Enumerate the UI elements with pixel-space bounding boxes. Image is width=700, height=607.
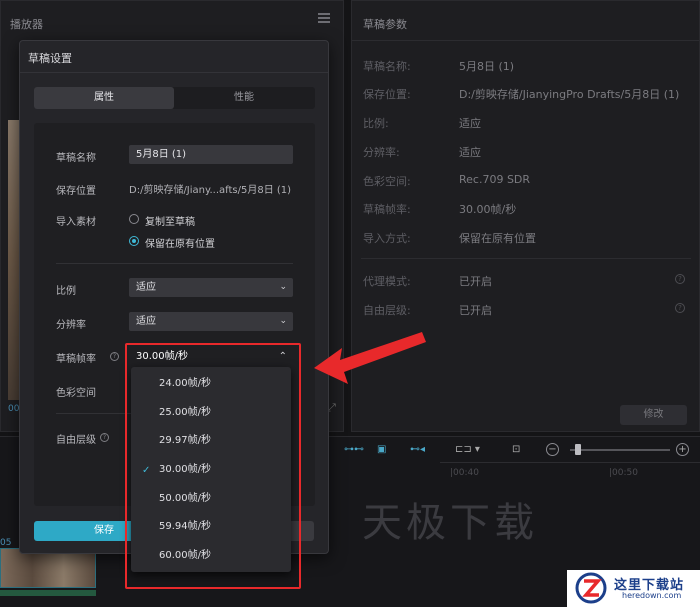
path-label: 保存位置 bbox=[56, 186, 96, 197]
watermark-text: 天极下载 bbox=[362, 500, 538, 546]
divider bbox=[56, 263, 293, 264]
resolution-value: 适应 bbox=[136, 316, 156, 327]
radio-label[interactable]: 复制至草稿 bbox=[145, 213, 195, 228]
zoom-slider-handle[interactable] bbox=[575, 444, 581, 455]
link-icon[interactable]: ⊶⊷ bbox=[344, 444, 364, 458]
tab-performance[interactable]: 性能 bbox=[174, 87, 314, 109]
framerate-label: 草稿帧率 bbox=[56, 354, 96, 365]
name-label: 草稿名称 bbox=[56, 153, 96, 164]
radio-keep-original[interactable] bbox=[129, 236, 139, 246]
param-value: 适应 bbox=[459, 146, 481, 159]
params-title: 草稿参数 bbox=[363, 18, 407, 31]
param-label: 比例: bbox=[363, 117, 389, 130]
param-value: 已开启 bbox=[459, 304, 492, 317]
caption-icon[interactable]: ⊡ bbox=[512, 444, 520, 458]
import-label: 导入素材 bbox=[56, 217, 96, 228]
logo-z-icon bbox=[575, 572, 607, 604]
highlight-box bbox=[125, 343, 301, 589]
arrow-annotation bbox=[314, 332, 426, 384]
draft-name-input[interactable]: 5月8日 (1) bbox=[129, 145, 293, 164]
player-time: 00 bbox=[8, 404, 20, 414]
param-value: 5月8日 (1) bbox=[459, 60, 515, 73]
param-label: 保存位置: bbox=[363, 88, 411, 101]
divider bbox=[352, 40, 699, 41]
param-label: 草稿帧率: bbox=[363, 203, 411, 216]
time-mark: |00:50 bbox=[609, 468, 638, 478]
param-value: 适应 bbox=[459, 117, 481, 130]
zoom-slider[interactable] bbox=[570, 449, 670, 451]
param-label: 自由层级: bbox=[363, 304, 411, 317]
path-value: D:/剪映存储/Jiany...afts/5月8日 (1) bbox=[129, 185, 292, 196]
param-label: 色彩空间: bbox=[363, 175, 411, 188]
divider bbox=[361, 258, 691, 259]
zoom-in-icon[interactable]: + bbox=[676, 443, 689, 456]
param-value: 30.00帧/秒 bbox=[459, 203, 517, 216]
menu-icon[interactable] bbox=[318, 13, 330, 23]
radio-copy-to-draft[interactable] bbox=[129, 214, 139, 224]
ratio-label: 比例 bbox=[56, 286, 76, 297]
radio-label[interactable]: 保留在原有位置 bbox=[145, 235, 215, 250]
player-title: 播放器 bbox=[10, 18, 43, 31]
param-value: 已开启 bbox=[459, 275, 492, 288]
timeline-ruler bbox=[440, 462, 700, 463]
chevron-down-icon: ⌄ bbox=[279, 316, 287, 326]
info-icon[interactable]: ? bbox=[675, 274, 685, 284]
audio-clip[interactable] bbox=[0, 590, 96, 596]
snap-icon[interactable]: ⊏⊐ ▾ bbox=[455, 444, 480, 458]
split-icon[interactable]: ⊷◂ bbox=[410, 444, 425, 458]
divider bbox=[56, 413, 136, 414]
preview-icon[interactable]: ▣ bbox=[377, 444, 386, 458]
param-value: D:/剪映存储/JianyingPro Drafts/5月8日 (1) bbox=[459, 88, 680, 101]
help-icon[interactable]: ? bbox=[100, 433, 109, 442]
video-clip[interactable] bbox=[0, 548, 96, 588]
clip-label: 05 bbox=[0, 538, 12, 548]
chevron-down-icon: ⌄ bbox=[279, 282, 287, 292]
logo-url: heredown.com bbox=[622, 591, 682, 600]
param-label: 导入方式: bbox=[363, 232, 411, 245]
help-icon[interactable]: ? bbox=[110, 352, 119, 361]
info-icon[interactable]: ? bbox=[675, 303, 685, 313]
time-mark: |00:40 bbox=[450, 468, 479, 478]
divider bbox=[20, 72, 328, 73]
resolution-select[interactable]: 适应 ⌄ bbox=[129, 312, 293, 331]
param-label: 分辨率: bbox=[363, 146, 400, 159]
param-label: 代理模式: bbox=[363, 275, 411, 288]
dialog-title: 草稿设置 bbox=[28, 52, 72, 65]
tab-properties[interactable]: 属性 bbox=[34, 87, 174, 109]
ratio-select[interactable]: 适应 ⌄ bbox=[129, 278, 293, 297]
param-label: 草稿名称: bbox=[363, 60, 411, 73]
param-value: 保留在原有位置 bbox=[459, 232, 536, 245]
zoom-out-icon[interactable]: − bbox=[546, 443, 559, 456]
modify-button[interactable]: 修改 bbox=[620, 405, 687, 425]
ratio-value: 适应 bbox=[136, 282, 156, 293]
colorspace-label: 色彩空间 bbox=[56, 388, 96, 399]
param-value: Rec.709 SDR bbox=[459, 173, 531, 186]
resolution-label: 分辨率 bbox=[56, 320, 86, 331]
layer-label: 自由层级 bbox=[56, 435, 96, 446]
